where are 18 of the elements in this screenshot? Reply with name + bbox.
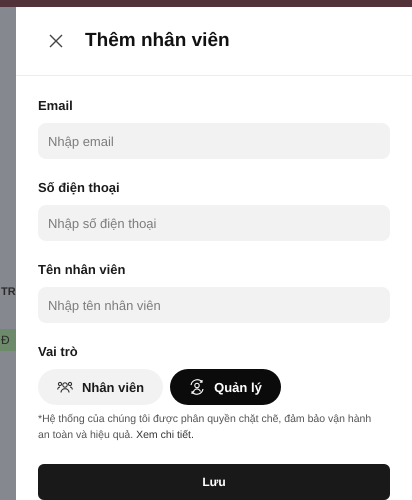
field-label: Email: [38, 98, 74, 115]
input-field[interactable]: Nhập email: [38, 123, 390, 159]
role-option[interactable]: Quản lý: [170, 369, 281, 405]
disclaimer-text: *Hệ thống của chúng tôi được phân quyền chặt chẽ, đảm bảo vận hành an toàn và hiệu quả. Xem chi tiết.: [38, 412, 372, 443]
role-option[interactable]: Nhân viên: [38, 369, 164, 405]
close-icon[interactable]: [49, 34, 63, 48]
field-label: Vai trò: [38, 344, 79, 361]
user-cycle-icon: [189, 379, 206, 395]
field-label: Số điện thoại: [38, 180, 121, 197]
input-field[interactable]: Nhập tên nhân viên: [38, 287, 390, 323]
save-button[interactable]: Lưu: [38, 464, 390, 500]
status-badge: Đ: [0, 329, 16, 351]
people-icon: [57, 380, 73, 394]
details-link[interactable]: Xem chi tiết.: [136, 429, 194, 441]
input-field[interactable]: Nhập số điện thoại: [38, 205, 390, 241]
dialog-title: Thêm nhân viên: [85, 30, 230, 52]
background-heading: TR: [0, 286, 16, 298]
field-label: Tên nhân viên: [38, 262, 126, 279]
